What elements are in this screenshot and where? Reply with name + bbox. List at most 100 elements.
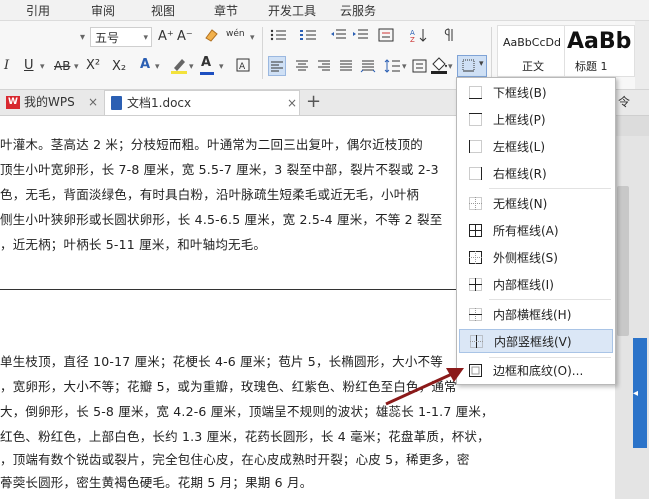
menu-view[interactable]: 视图 [151, 2, 175, 19]
sort-icon[interactable]: AZ [410, 27, 430, 49]
top-border-icon [469, 113, 482, 126]
chevron-down-icon[interactable]: ▾ [219, 58, 224, 76]
font-color-bar [200, 72, 214, 75]
decrease-indent-icon[interactable] [330, 27, 348, 49]
distributed-align-icon[interactable] [360, 58, 376, 80]
menu-item-right-border[interactable]: 右框线(R) [459, 162, 613, 186]
style-normal-label: 正文 [522, 60, 544, 73]
tab-my-wps-label: 我的WPS [24, 95, 75, 109]
style-h1-preview: AaBb [567, 29, 632, 54]
menu-section[interactable]: 章节 [214, 2, 238, 19]
align-right-icon[interactable] [316, 58, 332, 80]
borders-button[interactable]: ▾ [457, 55, 487, 77]
grow-font-button[interactable]: A⁺ [158, 28, 174, 46]
text-effect-icon[interactable]: A [140, 56, 150, 74]
style-normal[interactable]: AaBbCcDd 正文 [497, 25, 565, 77]
sidebar-top-icon[interactable] [615, 116, 649, 136]
phonetic-guide-button[interactable]: wén [226, 25, 245, 43]
command-label: 令 [618, 95, 631, 109]
justify-icon[interactable] [338, 58, 354, 80]
tab-my-wps[interactable]: W 我的WPS × [4, 90, 100, 115]
font-size-combo[interactable]: 五号 ▾ [90, 27, 152, 47]
menu-item-bottom-border[interactable]: 下框线(B) [459, 81, 613, 105]
svg-text:A: A [239, 62, 246, 72]
show-marks-icon[interactable] [440, 27, 460, 49]
menu-item-all-borders[interactable]: 所有框线(A) [459, 219, 613, 243]
chevron-down-icon[interactable]: ▾ [40, 58, 45, 76]
paragraph-settings-icon[interactable] [412, 58, 428, 80]
menu-item-inside-vertical-border[interactable]: 内部竖框线(V) [459, 329, 613, 353]
doc-line: ，顶端有数个锐齿或裂片，完全包住心皮，在心皮成熟时开裂；心皮 5，稀更多，密 [0, 452, 470, 467]
scrollbar-thumb[interactable] [617, 186, 629, 336]
close-icon[interactable]: × [88, 90, 98, 115]
clear-format-icon[interactable] [203, 27, 219, 49]
no-border-icon [469, 197, 482, 210]
menu-separator [489, 188, 611, 189]
line-spacing-icon[interactable] [384, 58, 402, 80]
shrink-font-button[interactable]: A⁻ [177, 28, 193, 46]
menu-cloud[interactable]: 云服务 [340, 2, 376, 19]
highlight-pen-icon[interactable] [170, 56, 188, 80]
increase-indent-icon[interactable] [352, 27, 370, 49]
horizontal-rule [0, 289, 460, 290]
chevron-down-icon[interactable]: ▾ [189, 58, 194, 76]
chevron-down-icon: ▾ [143, 33, 148, 43]
bottom-border-icon [469, 86, 482, 99]
italic-button[interactable]: I [4, 57, 9, 75]
menu-item-outside-borders[interactable]: 外侧框线(S) [459, 246, 613, 270]
menu-review[interactable]: 审阅 [91, 2, 115, 19]
tab-document[interactable]: 文档1.docx × [104, 90, 300, 115]
chevron-down-icon[interactable]: ▾ [402, 58, 407, 76]
shading-bucket-icon[interactable] [430, 56, 448, 80]
align-left-button[interactable] [268, 56, 286, 76]
menu-item-inside-borders[interactable]: 内部框线(I) [459, 273, 613, 297]
menu-item-top-border[interactable]: 上框线(P) [459, 108, 613, 132]
font-color-button[interactable]: A [200, 54, 214, 75]
numbered-list-icon[interactable] [300, 27, 320, 49]
doc-line: 侧生小叶狭卵形或长圆状卵形，长 4.5-6.5 厘米，宽 2.5-4 厘米，不等… [0, 212, 443, 227]
menu-item-borders-and-shading[interactable]: 边框和底纹(O)... [459, 359, 613, 383]
menu-separator [489, 357, 611, 358]
doc-line: 单生枝顶，直径 10-17 厘米；花梗长 4-6 厘米；苞片 5，长椭圆形，大小… [0, 354, 443, 369]
doc-line: 蓇葖长圆形，密生黄褐色硬毛。花期 5 月；果期 6 月。 [0, 475, 313, 490]
chevron-down-icon[interactable]: ▾ [74, 58, 79, 76]
svg-text:Z: Z [410, 36, 415, 43]
arrow-left-icon: ◂ [633, 388, 639, 399]
chinese-layout-icon[interactable] [378, 27, 398, 49]
menu-bar: 引用 审阅 视图 章节 开发工具 云服务 [0, 0, 649, 21]
right-sidebar: ◂ [615, 116, 649, 499]
style-heading-1[interactable]: AaBb 标题 1 [565, 25, 635, 77]
strikethrough-button[interactable]: AB [54, 57, 70, 75]
new-tab-plus-icon[interactable]: + [306, 90, 321, 115]
annotation-arrow [385, 368, 464, 406]
inside-horizontal-border-icon [469, 308, 482, 321]
wps-logo-icon: W [6, 96, 20, 109]
menu-item-left-border[interactable]: 左框线(L) [459, 135, 613, 159]
toolbar-scroll[interactable] [635, 21, 649, 89]
chevron-down-icon[interactable]: ▾ [155, 58, 160, 76]
borders-and-shading-icon [469, 364, 482, 377]
menu-item-inside-horizontal-border[interactable]: 内部横框线(H) [459, 303, 613, 327]
menu-item-no-border[interactable]: 无框线(N) [459, 192, 613, 216]
doc-line: 色，无毛，背面淡绿色，有时具白粉，沿叶脉疏生短柔毛或近无毛，小叶柄 [0, 187, 420, 202]
doc-line: 顶生小叶宽卵形，长 7-8 厘米，宽 5.5-7 厘米，3 裂至中部，裂片不裂或… [0, 162, 439, 177]
subscript-button[interactable]: X₂ [112, 58, 126, 76]
align-center-icon[interactable] [294, 58, 310, 80]
chevron-down-icon: ▾ [479, 59, 484, 69]
chevron-down-icon[interactable]: ▾ [250, 29, 255, 47]
close-icon[interactable]: × [287, 91, 297, 116]
doc-line: ，近无柄；叶柄长 5-11 厘米，和叶轴均无毛。 [0, 237, 267, 252]
right-border-icon [469, 167, 482, 180]
character-border-icon[interactable]: A [236, 57, 252, 79]
font-dropdown-arrow-icon[interactable]: ▾ [80, 29, 85, 47]
superscript-button[interactable]: X² [86, 57, 100, 75]
menu-developer[interactable]: 开发工具 [268, 2, 316, 19]
all-borders-icon [469, 224, 482, 237]
menu-reference[interactable]: 引用 [26, 2, 50, 19]
bullet-list-icon[interactable] [270, 27, 290, 49]
borders-dropdown-menu: 下框线(B) 上框线(P) 左框线(L) 右框线(R) 无框线(N) 所有框线(… [456, 77, 616, 385]
font-size-value: 五号 [95, 31, 120, 45]
underline-button[interactable]: U [24, 57, 34, 75]
outside-borders-icon [469, 251, 482, 264]
chevron-down-icon[interactable]: ▾ [448, 58, 453, 76]
